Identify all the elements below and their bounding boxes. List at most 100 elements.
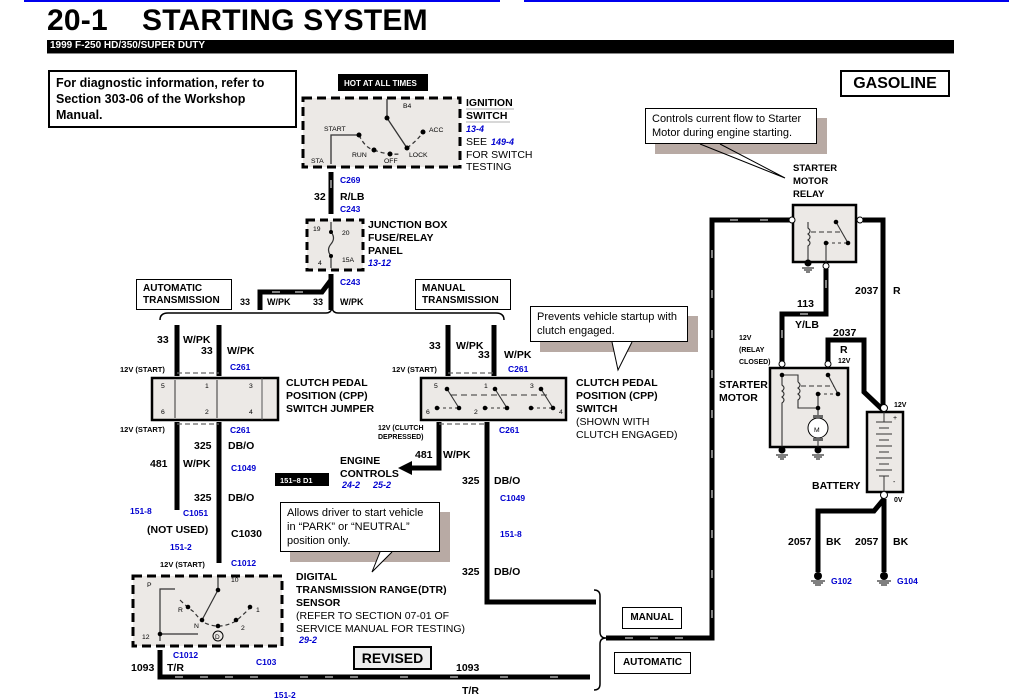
- wire-325-color-4: DB/O: [494, 566, 520, 578]
- cpp-switch-box: [419, 376, 568, 422]
- switch-pin-3: 3: [530, 383, 534, 390]
- starter-motor-title-2: MOTOR: [719, 392, 758, 404]
- voltage-start-3: 12V (START): [120, 425, 165, 434]
- cpp-switch-note-1: (SHOWN WITH: [576, 416, 650, 428]
- jumper-pin-4: 4: [249, 409, 253, 416]
- connector-c261-b[interactable]: C261: [508, 364, 529, 374]
- connector-c261-d[interactable]: C261: [499, 425, 520, 435]
- engine-controls-ref-1[interactable]: 24-2: [341, 480, 360, 490]
- dtr-ref[interactable]: 29-2: [298, 635, 317, 645]
- wire-325-circuit-4: 325: [462, 566, 480, 578]
- wire-481-color-1: W/PK: [183, 458, 211, 470]
- see-label: SEE: [466, 136, 487, 148]
- connector-c243-bottom[interactable]: C243: [340, 277, 361, 287]
- wire-2057-circuit-1: 2057: [788, 536, 812, 548]
- ground-g102[interactable]: G102: [831, 576, 852, 586]
- battery-title: BATTERY: [812, 480, 860, 492]
- starter-relay-box: [791, 203, 858, 264]
- switch-pin-1: 1: [484, 383, 488, 390]
- for-switch-label: FOR SWITCH: [466, 149, 533, 161]
- testing-label: TESTING: [466, 161, 512, 173]
- wire-2037-circuit-1: 2037: [855, 285, 879, 297]
- dtr-pin-10: 10: [231, 577, 239, 584]
- manual-automatic-brace: [593, 589, 607, 691]
- pin-acc: ACC: [429, 127, 443, 134]
- ignition-test-ref[interactable]: 149-4: [491, 137, 514, 147]
- clutch-callout-pointer: [611, 341, 633, 372]
- ref-151-8-a[interactable]: 151-8: [130, 506, 152, 516]
- connector-c1049-b[interactable]: C1049: [500, 493, 525, 503]
- wire-2037-color-2: R: [840, 344, 848, 356]
- connector-c1012-bottom[interactable]: C1012: [173, 650, 198, 660]
- connector-c1051[interactable]: C1051: [183, 508, 208, 518]
- ref-151-2-a[interactable]: 151-2: [170, 542, 192, 552]
- engine-controls-arrow: [398, 461, 412, 475]
- dtr-title-2b: (DTR): [418, 584, 447, 596]
- voltage-clutch-2: DEPRESSED): [378, 434, 424, 441]
- connector-c1030[interactable]: C1030: [231, 528, 262, 540]
- wire-33-auto-color-2: W/PK: [227, 345, 255, 357]
- wire-32-circuit: 32: [314, 191, 326, 203]
- jumper-pin-3: 3: [249, 383, 253, 390]
- battery-plus: +: [893, 415, 897, 422]
- wire-2037-color-1: R: [893, 285, 901, 297]
- voltage-start-2: 12V (START): [392, 365, 437, 374]
- dtr-pin-n: N: [194, 623, 199, 630]
- pin-19: 19: [313, 226, 321, 233]
- wire-325-color-1: DB/O: [228, 440, 254, 452]
- cpp-jumper-box: [150, 376, 280, 422]
- connector-c1012-top[interactable]: C1012: [231, 558, 256, 568]
- pin-run: RUN: [352, 152, 367, 159]
- wire-33-manual-color-2: W/PK: [504, 349, 532, 361]
- connector-c269[interactable]: C269: [340, 175, 361, 185]
- dtr-pin-12: 12: [142, 634, 150, 641]
- ignition-switch-ref[interactable]: 13-4: [466, 124, 484, 134]
- wire-2057-color-1: BK: [826, 536, 842, 548]
- wire-1093-circuit-2: 1093: [456, 662, 480, 674]
- wire-33-color-b: W/PK: [340, 297, 364, 307]
- engine-controls-title-1: ENGINE: [340, 455, 380, 467]
- wire-113-color: Y/LB: [795, 319, 819, 331]
- wire-325-circuit-3: 325: [462, 475, 480, 487]
- wire-1093-circuit-1: 1093: [131, 662, 155, 674]
- voltage-clutch-1: 12V (CLUTCH: [378, 425, 424, 432]
- cpp-jumper-title-3: SWITCH JUMPER: [286, 403, 375, 415]
- junction-box-title-3: PANEL: [368, 245, 403, 257]
- jumper-pin-6: 6: [161, 409, 165, 416]
- switch-pin-4: 4: [559, 409, 563, 416]
- engine-controls-ref-2[interactable]: 25-2: [372, 480, 391, 490]
- ref-151-8-b[interactable]: 151-8: [500, 529, 522, 539]
- connector-c103[interactable]: C103: [256, 657, 277, 667]
- cpp-switch-title-1: CLUTCH PEDAL: [576, 377, 658, 389]
- engine-controls-title-2: CONTROLS: [340, 468, 399, 480]
- wire-113-circuit: 113: [797, 298, 814, 310]
- wire-32-color: R/LB: [340, 191, 365, 203]
- cpp-jumper-title-1: CLUTCH PEDAL: [286, 377, 368, 389]
- fuse-rating: 15A: [342, 257, 355, 264]
- pin-start: START: [324, 126, 346, 133]
- junction-box-title-2: FUSE/RELAY: [368, 232, 434, 244]
- wire-33-manual-circuit-2: 33: [478, 349, 490, 361]
- cpp-switch-note-2: CLUTCH ENGAGED): [576, 429, 678, 441]
- voltage-relay-3: CLOSED): [739, 359, 771, 366]
- connector-c261-c[interactable]: C261: [230, 425, 251, 435]
- wire-2057-circuit-2: 2057: [855, 536, 879, 548]
- ground-g104[interactable]: G104: [897, 576, 918, 586]
- dtr-pin-p: P: [147, 582, 152, 589]
- junction-box-title-1: JUNCTION BOX: [368, 219, 447, 231]
- connector-c1049-a[interactable]: C1049: [231, 463, 256, 473]
- cpp-switch-title-2: POSITION (CPP): [576, 390, 658, 402]
- connector-c261-a[interactable]: C261: [230, 362, 251, 372]
- dtr-title-2: TRANSMISSION RANGE: [296, 584, 417, 596]
- dtr-pin-r: R: [178, 607, 183, 614]
- wire-33-manual-circuit-1: 33: [429, 340, 441, 352]
- cpp-jumper-title-2: POSITION (CPP): [286, 390, 368, 402]
- jumper-pin-2: 2: [205, 409, 209, 416]
- junction-box-ref[interactable]: 13-12: [368, 258, 391, 268]
- dtr-title-3: SENSOR: [296, 597, 341, 609]
- ref-151-2-b[interactable]: 151-2: [274, 690, 296, 698]
- dtr-pin-1: 1: [256, 607, 260, 614]
- dtr-callout-pointer: [371, 551, 393, 573]
- dtr-note-2: SERVICE MANUAL FOR TESTING): [296, 623, 465, 635]
- connector-c243-top[interactable]: C243: [340, 204, 361, 214]
